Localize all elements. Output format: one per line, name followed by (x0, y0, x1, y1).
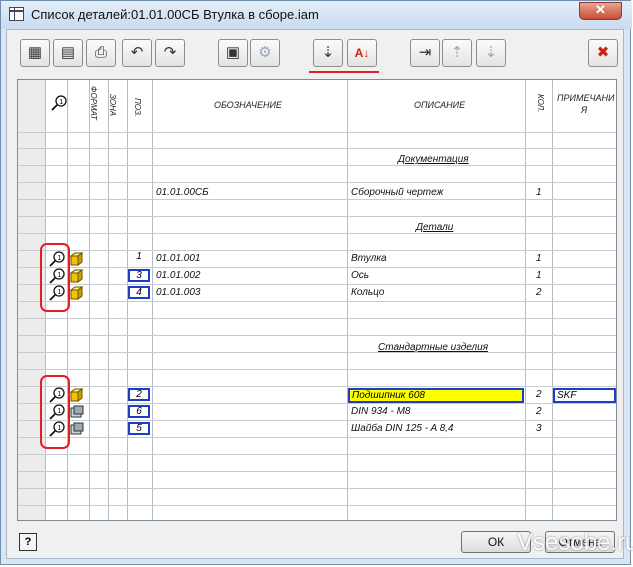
header-pos: ПОЗ. (133, 98, 142, 118)
std-qty[interactable]: 2 (536, 389, 542, 400)
table-view-icon: ▦ (27, 44, 43, 61)
balloon-status-icon: 1 (51, 95, 67, 111)
renumber-button[interactable]: ⇣ (313, 39, 343, 67)
redo-icon: ↷ (163, 44, 177, 61)
part-description[interactable]: Кольцо (351, 287, 384, 298)
header-format: ФОРМАТ (89, 86, 98, 120)
column-chooser-icon: ▤ (60, 44, 76, 61)
std-description[interactable]: DIN 934 - M8 (351, 406, 410, 417)
standard-part-icon (70, 405, 84, 418)
pos-cell[interactable]: 3 (128, 269, 150, 282)
annotation-underline (309, 71, 379, 73)
redo-button[interactable]: ↷ (155, 39, 185, 67)
export-icon: ✖ (596, 44, 610, 61)
parts-list-icon (9, 7, 24, 21)
part-qty[interactable]: 1 (536, 253, 542, 264)
std-qty[interactable]: 3 (536, 423, 542, 434)
structure-button[interactable]: ⚙ (250, 39, 280, 67)
export-button[interactable]: ✖ (588, 39, 618, 67)
part-cube-icon (70, 286, 84, 300)
print-button[interactable]: ⎙ (86, 39, 116, 67)
header-designation: ОБОЗНАЧЕНИЕ (214, 100, 282, 110)
std-pos-cell[interactable]: 5 (128, 422, 150, 435)
doc-qty[interactable]: 1 (536, 187, 542, 198)
section-parts: Детали (416, 222, 454, 233)
part-cube-icon (70, 252, 84, 266)
part-description[interactable]: Ось (351, 270, 369, 281)
part-cube-icon (70, 269, 84, 283)
parts-list-table: 1 ФОРМАТ ЗОНА ПОЗ. ОБОЗНАЧЕНИЕ ОПИСАНИЕ … (17, 79, 617, 521)
pos-cell[interactable]: 1 (128, 252, 150, 265)
svg-text:1: 1 (59, 99, 63, 106)
close-icon: ✕ (595, 2, 606, 17)
header-description: ОПИСАНИЕ (414, 100, 466, 110)
close-button[interactable]: ✕ (579, 2, 622, 20)
sort-button[interactable]: A↓ (347, 39, 377, 67)
insert-row-button[interactable]: ⇥ (410, 39, 440, 67)
insert-row-icon: ⇥ (418, 44, 432, 61)
part-designation[interactable]: 01.01.003 (156, 287, 201, 298)
column-chooser-button[interactable]: ▤ (53, 39, 83, 67)
doc-designation[interactable]: 01.01.00СБ (156, 187, 209, 198)
title-bar: Список деталей:01.01.00СБ Втулка в сборе… (1, 1, 632, 29)
properties-button[interactable]: ▣ (218, 39, 248, 67)
header-notes-line2: Я (581, 105, 588, 115)
doc-description[interactable]: Сборочный чертеж (351, 187, 443, 198)
view-options-button[interactable]: ▦ (20, 39, 50, 67)
undo-icon: ↶ (130, 44, 144, 61)
section-documentation: Документация (398, 154, 469, 165)
move-down-button[interactable]: ⇣ (476, 39, 506, 67)
part-qty[interactable]: 1 (536, 270, 542, 281)
std-qty[interactable]: 2 (536, 406, 542, 417)
std-description[interactable]: Шайба DIN 125 - A 8,4 (351, 423, 453, 434)
renumber-icon: ⇣ (321, 44, 335, 61)
header-qty: КОЛ. (536, 94, 545, 113)
std-notes[interactable]: SKF (553, 388, 616, 403)
section-standard: Стандартные изделия (378, 342, 489, 353)
std-description[interactable]: Подшипник 608 (348, 388, 524, 403)
sort-az-icon: A↓ (354, 46, 370, 60)
help-button[interactable]: ? (19, 533, 37, 551)
undo-button[interactable]: ↶ (122, 39, 152, 67)
move-down-icon: ⇣ (484, 44, 498, 61)
properties-icon: ▣ (225, 44, 241, 61)
part-designation[interactable]: 01.01.002 (156, 270, 201, 281)
std-pos-cell[interactable]: 6 (128, 405, 150, 418)
part-qty[interactable]: 2 (536, 287, 542, 298)
annotation-oval-standard (40, 375, 70, 449)
part-description[interactable]: Втулка (351, 253, 387, 264)
window-title: Список деталей:01.01.00СБ Втулка в сборе… (31, 7, 319, 22)
watermark: Vsesobe.ru (517, 529, 633, 556)
header-zone: ЗОНА (108, 94, 117, 117)
print-icon: ⎙ (94, 44, 107, 61)
standard-part-icon (70, 422, 84, 435)
part-designation[interactable]: 01.01.001 (156, 253, 201, 264)
pos-cell[interactable]: 4 (128, 286, 150, 299)
standard-part-icon (70, 388, 84, 402)
header-notes-line1: ПРИМЕЧАНИ (557, 93, 615, 103)
std-pos-cell[interactable]: 2 (128, 388, 150, 401)
move-up-button[interactable]: ⇡ (442, 39, 472, 67)
annotation-oval-parts (40, 243, 70, 312)
move-up-icon: ⇡ (450, 44, 464, 61)
structure-icon: ⚙ (258, 44, 272, 61)
